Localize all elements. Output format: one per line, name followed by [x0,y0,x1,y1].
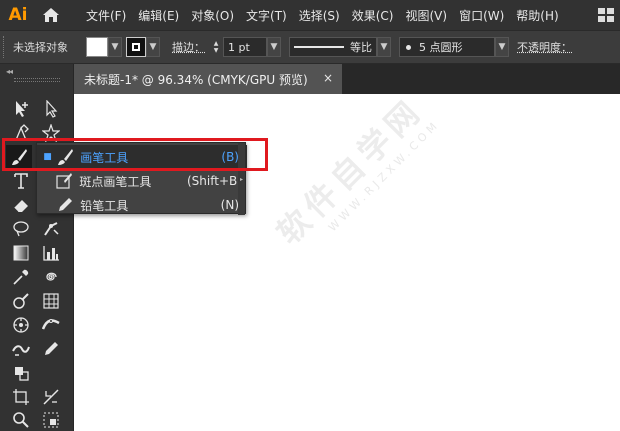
rotate-view-tool-icon[interactable] [10,362,32,384]
document-tab-strip: 未标题-1* @ 96.34% (CMYK/GPU 预览) × [74,64,620,94]
lasso-tool-icon[interactable] [10,218,32,240]
graph-tool-icon[interactable] [40,242,62,264]
menu-window[interactable]: 窗口(W) [459,7,504,24]
control-bar: 未选择对象 ▼ ▼ 描边： ▲ ▼ 1 pt ▼ 等比 ▼ 5 点圆形 ▼ 不透明… [0,30,620,64]
symbol-sprayer-tool-icon[interactable] [10,314,32,336]
stroke-profile-label: 等比 [350,41,372,54]
live-paint-tool-icon[interactable] [10,290,32,312]
flyout-item-label: 斑点画笔工具 [79,174,152,189]
menu-help[interactable]: 帮助(H) [516,7,558,24]
width-tool-icon[interactable] [40,314,62,336]
document-tab[interactable]: 未标题-1* @ 96.34% (CMYK/GPU 预览) × [74,64,342,94]
stroke-dropdown[interactable]: ▼ [146,37,160,57]
flyout-item-blob-brush[interactable]: 斑点画笔工具 (Shift+B) [37,169,247,193]
close-icon[interactable]: × [322,71,334,85]
stroke-profile-dropdown[interactable]: ▼ [377,37,391,57]
brush-dropdown[interactable]: ▼ [495,37,509,57]
blob-brush-icon [55,171,73,191]
slice-tool-icon[interactable] [40,386,62,408]
puppet-warp-tool-icon[interactable] [40,218,62,240]
menu-type[interactable]: 文字(T) [246,7,287,24]
eraser-tool-icon[interactable] [10,194,32,216]
menu-view[interactable]: 视图(V) [405,7,447,24]
chevron-down-icon: ▼ [498,42,506,52]
variable-width-profile[interactable]: 等比 [289,37,377,57]
pencil-icon [56,195,74,215]
opacity-label[interactable]: 不透明度： [517,39,572,55]
workspace-switcher-icon[interactable] [598,8,614,22]
menu-bar: Ai 文件(F) 编辑(E) 对象(O) 文字(T) 选择(S) 效果(C) 视… [0,0,620,30]
stroke-weight-stepper[interactable]: ▲ ▼ [209,37,223,57]
tearoff-arrow-glyph: ▸ [239,175,243,183]
tools-panel-grip[interactable] [14,78,60,82]
direct-selection-tool-icon[interactable] [40,98,62,120]
menu-select[interactable]: 选择(S) [299,7,340,24]
stroke-weight-field[interactable]: 1 pt [223,37,267,57]
chevron-down-icon: ▼ [380,42,388,52]
brush-definition[interactable]: 5 点圆形 [399,37,495,57]
stroke-weight-dropdown[interactable]: ▼ [267,37,281,57]
control-bar-grip[interactable] [3,36,7,58]
stroke-swatch[interactable] [126,37,146,57]
home-icon[interactable] [36,0,66,30]
document-tab-title: 未标题-1* @ 96.34% (CMYK/GPU 预览) [84,72,308,87]
type-tool-icon[interactable] [10,170,32,192]
mesh-tool-icon[interactable] [40,290,62,312]
chevron-down-icon: ▼ [111,42,119,52]
artboard-tool-icon[interactable] [10,386,32,408]
stroke-weight-value: 1 pt [228,40,250,54]
selection-tool-icon[interactable] [10,98,32,120]
menu-edit[interactable]: 编辑(E) [138,7,179,24]
brush-label: 5 点圆形 [419,41,463,54]
flyout-item-pencil[interactable]: 铅笔工具 (N) [37,193,247,217]
fill-swatch[interactable] [86,37,108,57]
print-tiling-tool-icon[interactable] [40,409,62,431]
flyout-item-label: 铅笔工具 [80,198,129,213]
stroke-label[interactable]: 描边： [172,39,205,55]
tools-panel: ◂◂ [0,64,74,431]
selection-status: 未选择对象 [13,41,68,54]
menu-object[interactable]: 对象(O) [191,7,234,24]
chevron-down-icon: ▼ [149,42,157,52]
fill-dropdown[interactable]: ▼ [108,37,122,57]
spiral-tool-icon[interactable] [40,266,62,288]
menu-file[interactable]: 文件(F) [86,7,126,24]
chevron-down-icon: ▼ [270,42,278,52]
menu-items: 文件(F) 编辑(E) 对象(O) 文字(T) 选择(S) 效果(C) 视图(V… [86,7,571,24]
app-logo-text: Ai [8,5,28,25]
shape-builder-tool-icon[interactable] [10,338,32,360]
app-logo[interactable]: Ai [0,0,36,30]
collapse-icon[interactable]: ◂◂ [6,67,13,76]
menu-effect[interactable]: 效果(C) [352,7,394,24]
stroke-swatch-inner [132,43,140,51]
pencil-tool-icon[interactable] [40,338,62,360]
stroke-line-preview [294,46,344,48]
highlight-box [2,138,268,171]
gradient-tool-icon[interactable] [10,242,32,264]
eyedropper-tool-icon[interactable] [10,266,32,288]
zoom-tool-icon[interactable] [10,409,32,431]
brush-dot-icon [406,44,411,50]
